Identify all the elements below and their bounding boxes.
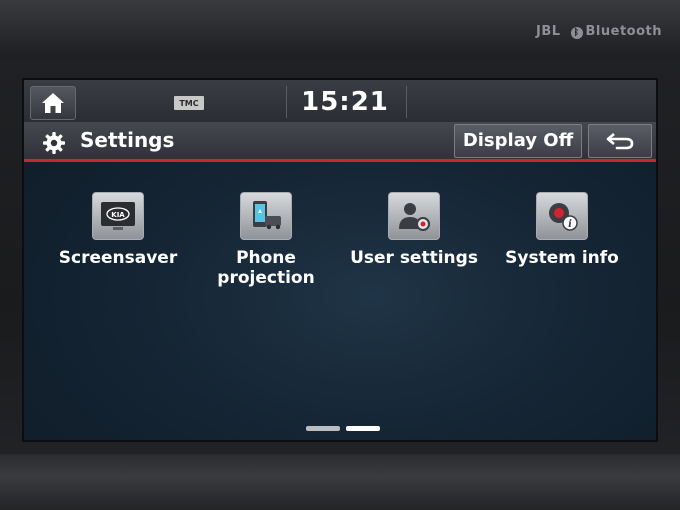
menu-item-system-info[interactable]: i System info xyxy=(492,192,632,302)
system-info-icon: i xyxy=(536,192,588,240)
display-off-button[interactable]: Display Off xyxy=(454,124,582,158)
bluetooth-icon: ᛒ xyxy=(570,27,583,39)
back-arrow-icon xyxy=(606,133,634,150)
gear-icon xyxy=(43,132,65,154)
screensaver-icon: KIA xyxy=(92,192,144,240)
menu-item-label: User settings xyxy=(350,248,478,268)
menu-item-label: System info xyxy=(505,248,619,268)
home-icon xyxy=(42,93,64,113)
svg-text:KIA: KIA xyxy=(111,211,125,219)
page-dot[interactable] xyxy=(306,426,340,431)
display-screen: TMC 15:21 Settings Display Off KIA Scree… xyxy=(22,78,658,442)
page-dot-active[interactable] xyxy=(346,426,380,431)
page-indicator xyxy=(306,426,380,431)
user-settings-icon xyxy=(388,192,440,240)
status-separator xyxy=(406,86,407,118)
status-bar: TMC 15:21 xyxy=(24,80,656,122)
menu-item-label: Screensaver xyxy=(58,248,178,268)
home-button[interactable] xyxy=(30,86,76,120)
menu-item-user-settings[interactable]: User settings xyxy=(344,192,484,302)
menu-item-phone-projection[interactable]: Phone projection xyxy=(196,192,336,302)
bezel-bottom xyxy=(0,454,680,510)
brand-logos: JBL ᛒ Bluetooth xyxy=(536,24,662,39)
title-bar: Settings Display Off xyxy=(24,122,656,162)
svg-text:i: i xyxy=(568,219,572,230)
bluetooth-logo: ᛒ Bluetooth xyxy=(570,24,662,39)
jbl-logo: JBL xyxy=(535,24,561,39)
menu-item-screensaver[interactable]: KIA Screensaver xyxy=(48,192,188,302)
menu-item-label: Phone projection xyxy=(217,248,315,288)
back-button[interactable] xyxy=(588,124,652,158)
tmc-indicator: TMC xyxy=(174,96,204,110)
phone-projection-icon xyxy=(240,192,292,240)
page-title: Settings xyxy=(80,128,175,152)
clock: 15:21 xyxy=(301,87,389,117)
